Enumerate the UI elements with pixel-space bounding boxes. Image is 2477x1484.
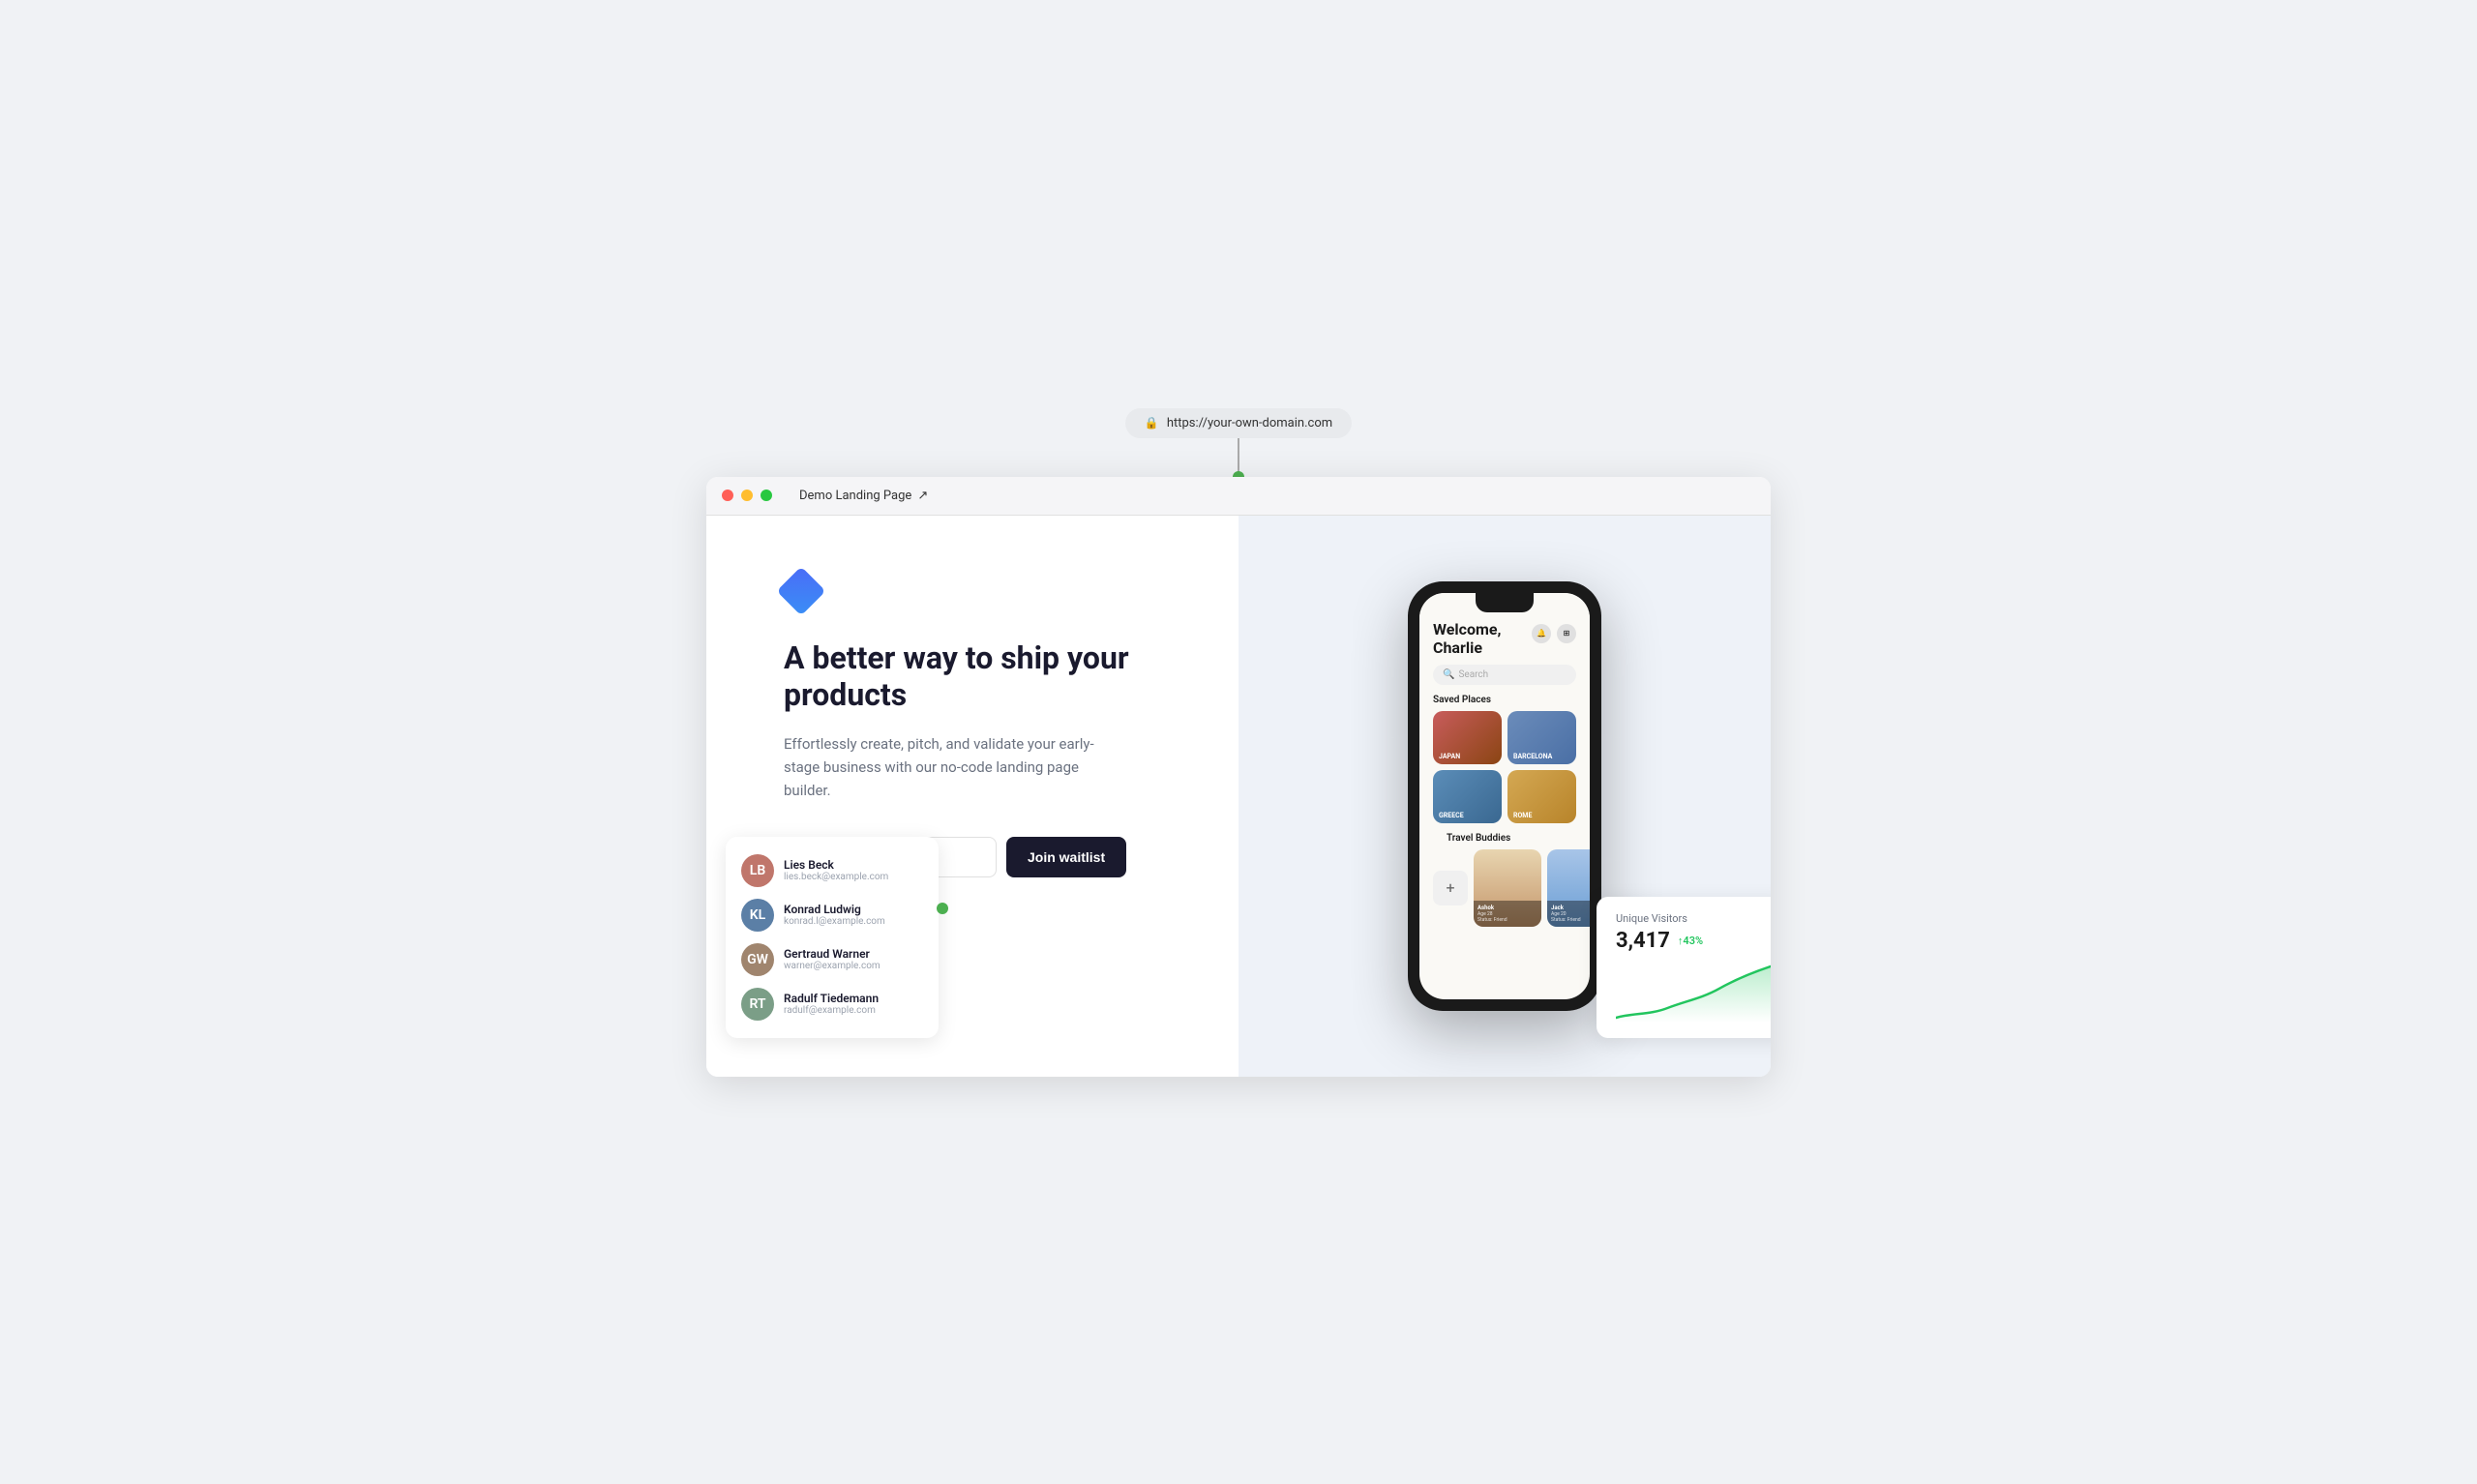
minimize-dot[interactable]: [741, 490, 753, 501]
user-name-3: Radulf Tiedemann: [784, 992, 879, 1005]
phone-search-bar: 🔍 Search: [1433, 665, 1576, 685]
url-text: https://your-own-domain.com: [1167, 416, 1332, 430]
buddy-status-jack: Status: Friend: [1551, 917, 1590, 923]
tab-label: Demo Landing Page: [799, 489, 911, 503]
place-card-rome: ROME: [1507, 770, 1576, 823]
external-link-icon: ↗: [917, 489, 928, 503]
lock-icon: 🔒: [1145, 416, 1159, 430]
place-card-japan: JAPAN: [1433, 711, 1502, 764]
buddy-card-ashok: Ashok Age 28 Status: Friend: [1474, 849, 1541, 927]
analytics-number: 3,417: [1616, 929, 1670, 953]
analytics-chart: [1616, 965, 1771, 1023]
buddies-row: + Ashok Age 28 Status: Friend: [1433, 849, 1576, 927]
hero-subtitle: Effortlessly create, pitch, and validate…: [784, 732, 1113, 802]
user-email-1: konrad.l@example.com: [784, 916, 885, 927]
maximize-dot[interactable]: [761, 490, 772, 501]
place-card-barcelona: BARCELONA: [1507, 711, 1576, 764]
browser-tab[interactable]: Demo Landing Page ↗: [799, 489, 928, 503]
phone-icon-bell: 🔔: [1532, 624, 1551, 643]
side-connector-dot: [937, 903, 948, 914]
avatar-radulf-tiedemann: RT: [741, 988, 774, 1021]
user-name-2: Gertraud Warner: [784, 947, 880, 961]
add-buddy-button[interactable]: +: [1433, 871, 1468, 905]
avatar-lies-beck: LB: [741, 854, 774, 887]
buddy-card-jack: Jack Age 20 Status: Friend: [1547, 849, 1590, 927]
phone-welcome-line1: Welcome,: [1433, 620, 1501, 638]
user-info-lies-beck: Lies Beck lies.beck@example.com: [784, 858, 888, 882]
browser-titlebar: Demo Landing Page ↗: [706, 477, 1771, 516]
analytics-title: Unique Visitors: [1616, 912, 1771, 925]
places-grid: JAPAN BARCELONA GREECE ROME: [1419, 711, 1590, 833]
buddy-name-ashok: Ashok: [1477, 905, 1537, 911]
user-name-1: Konrad Ludwig: [784, 903, 885, 916]
place-card-greece: GREECE: [1433, 770, 1502, 823]
url-bar: 🔒 https://your-own-domain.com: [1125, 408, 1352, 438]
analytics-value-row: 3,417 ↑43%: [1616, 929, 1771, 953]
user-email-2: warner@example.com: [784, 961, 880, 971]
browser-window: Demo Landing Page ↗ A better way to ship…: [706, 477, 1771, 1077]
phone-notch: [1476, 593, 1534, 612]
phone-welcome-line2: Charlie: [1433, 638, 1501, 657]
analytics-card: Unique Visitors 3,417 ↑43%: [1597, 897, 1771, 1038]
phone-screen: Welcome, Charlie 🔔 ⊞ 🔍 Search: [1419, 593, 1590, 999]
close-dot[interactable]: [722, 490, 733, 501]
place-label-rome: ROME: [1513, 812, 1532, 819]
user-item-1: KL Konrad Ludwig konrad.l@example.com: [741, 893, 923, 937]
place-label-greece: GREECE: [1439, 812, 1464, 819]
browser-content: A better way to ship your products Effor…: [706, 516, 1771, 1077]
join-waitlist-button[interactable]: Join waitlist: [1006, 837, 1126, 877]
user-item-3: RT Radulf Tiedemann radulf@example.com: [741, 982, 923, 1026]
buddy-info-ashok: Ashok Age 28 Status: Friend: [1474, 901, 1541, 927]
user-email-0: lies.beck@example.com: [784, 872, 888, 882]
phone-search-text: Search: [1458, 669, 1488, 680]
user-item-0: LB Lies Beck lies.beck@example.com: [741, 848, 923, 893]
user-info-gertraud-warner: Gertraud Warner warner@example.com: [784, 947, 880, 971]
user-info-radulf-tiedemann: Radulf Tiedemann radulf@example.com: [784, 992, 879, 1016]
phone-welcome: Welcome, Charlie: [1433, 620, 1501, 657]
travel-buddies-section: Travel Buddies + Ashok Age 28 Status: Fr…: [1419, 833, 1590, 927]
avatar-konrad-ludwig: KL: [741, 899, 774, 932]
user-name-0: Lies Beck: [784, 858, 888, 872]
buddy-status-ashok: Status: Friend: [1477, 917, 1537, 923]
phone-header-icons: 🔔 ⊞: [1532, 624, 1576, 643]
user-item-2: GW Gertraud Warner warner@example.com: [741, 937, 923, 982]
user-email-3: radulf@example.com: [784, 1005, 879, 1016]
travel-buddies-title: Travel Buddies: [1433, 833, 1576, 849]
right-panel: Welcome, Charlie 🔔 ⊞ 🔍 Search: [1238, 516, 1771, 1077]
place-label-japan: JAPAN: [1439, 753, 1460, 760]
users-card: LB Lies Beck lies.beck@example.com KL Ko…: [726, 837, 939, 1038]
buddy-info-jack: Jack Age 20 Status: Friend: [1547, 901, 1590, 927]
buddy-name-jack: Jack: [1551, 905, 1590, 911]
analytics-badge: ↑43%: [1678, 935, 1703, 947]
saved-places-title: Saved Places: [1419, 695, 1590, 711]
user-info-konrad-ludwig: Konrad Ludwig konrad.l@example.com: [784, 903, 885, 927]
url-connector-line: [1238, 438, 1239, 477]
outer-wrapper: 🔒 https://your-own-domain.com Demo Landi…: [706, 408, 1771, 1077]
phone-icon-grid: ⊞: [1557, 624, 1576, 643]
hero-title: A better way to ship your products: [784, 639, 1180, 714]
phone-mockup: Welcome, Charlie 🔔 ⊞ 🔍 Search: [1408, 581, 1601, 1011]
avatar-gertraud-warner: GW: [741, 943, 774, 976]
place-label-barcelona: BARCELONA: [1513, 753, 1552, 760]
logo-diamond: [777, 566, 826, 615]
phone-search-icon: 🔍: [1443, 669, 1454, 680]
landing-content: A better way to ship your products Effor…: [706, 516, 1238, 1077]
